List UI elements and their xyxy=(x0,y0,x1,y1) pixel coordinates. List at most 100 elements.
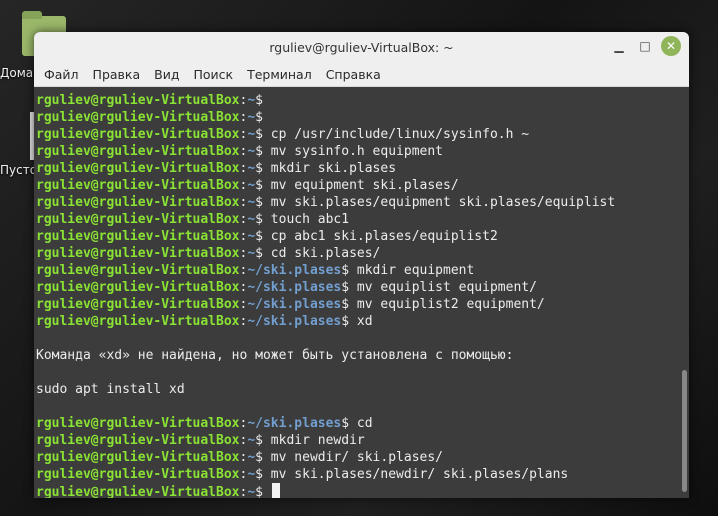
prompt-symbol: $ xyxy=(341,280,350,295)
prompt-user: rguliev@rguliev-VirtualBox xyxy=(36,195,240,210)
prompt-path: ~ xyxy=(247,229,256,244)
prompt-user: rguliev@rguliev-VirtualBox xyxy=(36,93,240,108)
command-text: cp /usr/include/linux/sysinfo.h ~ xyxy=(262,127,530,142)
command-text: mv equiplist equipment/ xyxy=(349,280,537,295)
terminal-line: rguliev@rguliev-VirtualBox:~$ mv sysinfo… xyxy=(36,143,689,160)
prompt-symbol: $ xyxy=(255,229,263,244)
prompt-path: ~ xyxy=(247,195,256,210)
command-text: mv ski.plases/newdir/ ski.plases/plans xyxy=(262,467,569,482)
terminal-line: Команда «xd» не найдена, но может быть у… xyxy=(36,347,689,364)
prompt-path: ~ xyxy=(247,127,256,142)
prompt-path: ~/ski.plases xyxy=(247,280,342,295)
prompt-path: ~ xyxy=(247,433,256,448)
terminal-line: rguliev@rguliev-VirtualBox:~$ cd ski.pla… xyxy=(36,245,689,262)
terminal-line: rguliev@rguliev-VirtualBox:~/ski.plases$… xyxy=(36,279,689,296)
prompt-path: ~ xyxy=(247,161,256,176)
terminal-line: rguliev@rguliev-VirtualBox:~/ski.plases$… xyxy=(36,415,689,432)
menu-edit[interactable]: Правка xyxy=(86,67,148,82)
command-text: cp abc1 ski.plases/equiplist2 xyxy=(262,229,498,244)
terminal-line: rguliev@rguliev-VirtualBox:~$ cp /usr/in… xyxy=(36,126,689,143)
prompt-symbol: $ xyxy=(255,178,263,193)
prompt-user: rguliev@rguliev-VirtualBox xyxy=(36,229,240,244)
terminal-line: rguliev@rguliev-VirtualBox:~$ xyxy=(36,483,689,498)
prompt-symbol: $ xyxy=(255,110,263,125)
terminal-line: rguliev@rguliev-VirtualBox:~/ski.plases$… xyxy=(36,313,689,330)
prompt-path: ~ xyxy=(247,110,256,125)
prompt-symbol: $ xyxy=(255,127,263,142)
prompt-symbol: $ xyxy=(255,450,263,465)
command-text: mv equipment ski.plases/ xyxy=(262,178,459,193)
prompt-path: ~ xyxy=(247,246,256,261)
window-title: rguliev@rguliev-VirtualBox: ~ xyxy=(269,39,454,55)
prompt-user: rguliev@rguliev-VirtualBox xyxy=(36,161,240,176)
terminal-line: rguliev@rguliev-VirtualBox:~$ cp abc1 sk… xyxy=(36,228,689,245)
prompt-user: rguliev@rguliev-VirtualBox xyxy=(36,314,240,329)
prompt-symbol: $ xyxy=(255,485,263,498)
prompt-symbol: $ xyxy=(255,433,263,448)
prompt-path: ~ xyxy=(247,93,256,108)
scrollbar[interactable] xyxy=(682,370,687,492)
menu-search[interactable]: Поиск xyxy=(186,67,240,82)
terminal-line: rguliev@rguliev-VirtualBox:~/ski.plases$… xyxy=(36,262,689,279)
command-text: mv sysinfo.h equipment xyxy=(262,144,443,159)
prompt-path: ~/ski.plases xyxy=(247,314,342,329)
prompt-symbol: $ xyxy=(255,144,263,159)
terminal-output[interactable]: rguliev@rguliev-VirtualBox:~$ rguliev@rgu… xyxy=(34,87,689,498)
command-text: xd xyxy=(349,314,373,329)
maximize-button[interactable]: □ xyxy=(635,36,655,56)
prompt-symbol: $ xyxy=(341,297,350,312)
prompt-path: ~ xyxy=(247,178,256,193)
prompt-symbol: $ xyxy=(341,263,350,278)
prompt-path: ~ xyxy=(247,450,256,465)
prompt-user: rguliev@rguliev-VirtualBox xyxy=(36,127,240,142)
prompt-user: rguliev@rguliev-VirtualBox xyxy=(36,144,240,159)
prompt-symbol: $ xyxy=(255,246,263,261)
prompt-symbol: $ xyxy=(255,195,263,210)
terminal-line: rguliev@rguliev-VirtualBox:~/ski.plases$… xyxy=(36,296,689,313)
title-bar[interactable]: rguliev@rguliev-VirtualBox: ~ ▁ □ ✕ xyxy=(34,32,689,62)
terminal-line: rguliev@rguliev-VirtualBox:~$ mv newdir/… xyxy=(36,449,689,466)
terminal-line: sudo apt install xd xyxy=(36,381,689,398)
menu-bar: Файл Правка Вид Поиск Терминал Справка xyxy=(34,62,689,87)
command-text: mv newdir/ ski.plases/ xyxy=(262,450,443,465)
command-text: touch abc1 xyxy=(262,212,350,227)
command-text xyxy=(263,485,271,498)
minimize-button[interactable]: ▁ xyxy=(609,36,629,56)
prompt-symbol: $ xyxy=(341,416,350,431)
prompt-path: ~ xyxy=(247,467,256,482)
prompt-user: rguliev@rguliev-VirtualBox xyxy=(36,110,240,125)
output-text: Команда «xd» не найдена, но может быть у… xyxy=(36,348,514,363)
prompt-path: ~ xyxy=(247,212,256,227)
window-controls: ▁ □ ✕ xyxy=(609,36,681,56)
command-text: cd xyxy=(349,416,373,431)
prompt-symbol: $ xyxy=(255,212,263,227)
prompt-user: rguliev@rguliev-VirtualBox xyxy=(36,416,240,431)
terminal-line: rguliev@rguliev-VirtualBox:~$ mkdir ski.… xyxy=(36,160,689,177)
prompt-user: rguliev@rguliev-VirtualBox xyxy=(36,450,240,465)
terminal-line: rguliev@rguliev-VirtualBox:~$ mkdir newd… xyxy=(36,432,689,449)
prompt-user: rguliev@rguliev-VirtualBox xyxy=(36,178,240,193)
prompt-path: ~/ski.plases xyxy=(247,297,342,312)
terminal-window: rguliev@rguliev-VirtualBox: ~ ▁ □ ✕ Файл… xyxy=(34,32,689,498)
output-text: sudo apt install xd xyxy=(36,382,185,397)
menu-file[interactable]: Файл xyxy=(37,67,86,82)
prompt-path: ~ xyxy=(247,144,256,159)
prompt-path: ~/ski.plases xyxy=(247,263,342,278)
prompt-symbol: $ xyxy=(255,93,263,108)
prompt-user: rguliev@rguliev-VirtualBox xyxy=(36,467,240,482)
prompt-symbol: $ xyxy=(255,161,263,176)
menu-view[interactable]: Вид xyxy=(147,67,186,82)
prompt-user: rguliev@rguliev-VirtualBox xyxy=(36,263,240,278)
close-button[interactable]: ✕ xyxy=(661,36,681,56)
terminal-line: rguliev@rguliev-VirtualBox:~$ xyxy=(36,92,689,109)
menu-terminal[interactable]: Терминал xyxy=(240,67,319,82)
terminal-line: rguliev@rguliev-VirtualBox:~$ mv equipme… xyxy=(36,177,689,194)
prompt-user: rguliev@rguliev-VirtualBox xyxy=(36,297,240,312)
prompt-path: ~/ski.plases xyxy=(247,416,342,431)
command-text: mkdir newdir xyxy=(262,433,365,448)
prompt-user: rguliev@rguliev-VirtualBox xyxy=(36,280,240,295)
command-text: mv ski.plases/equipment ski.plases/equip… xyxy=(262,195,616,210)
menu-help[interactable]: Справка xyxy=(319,67,388,82)
